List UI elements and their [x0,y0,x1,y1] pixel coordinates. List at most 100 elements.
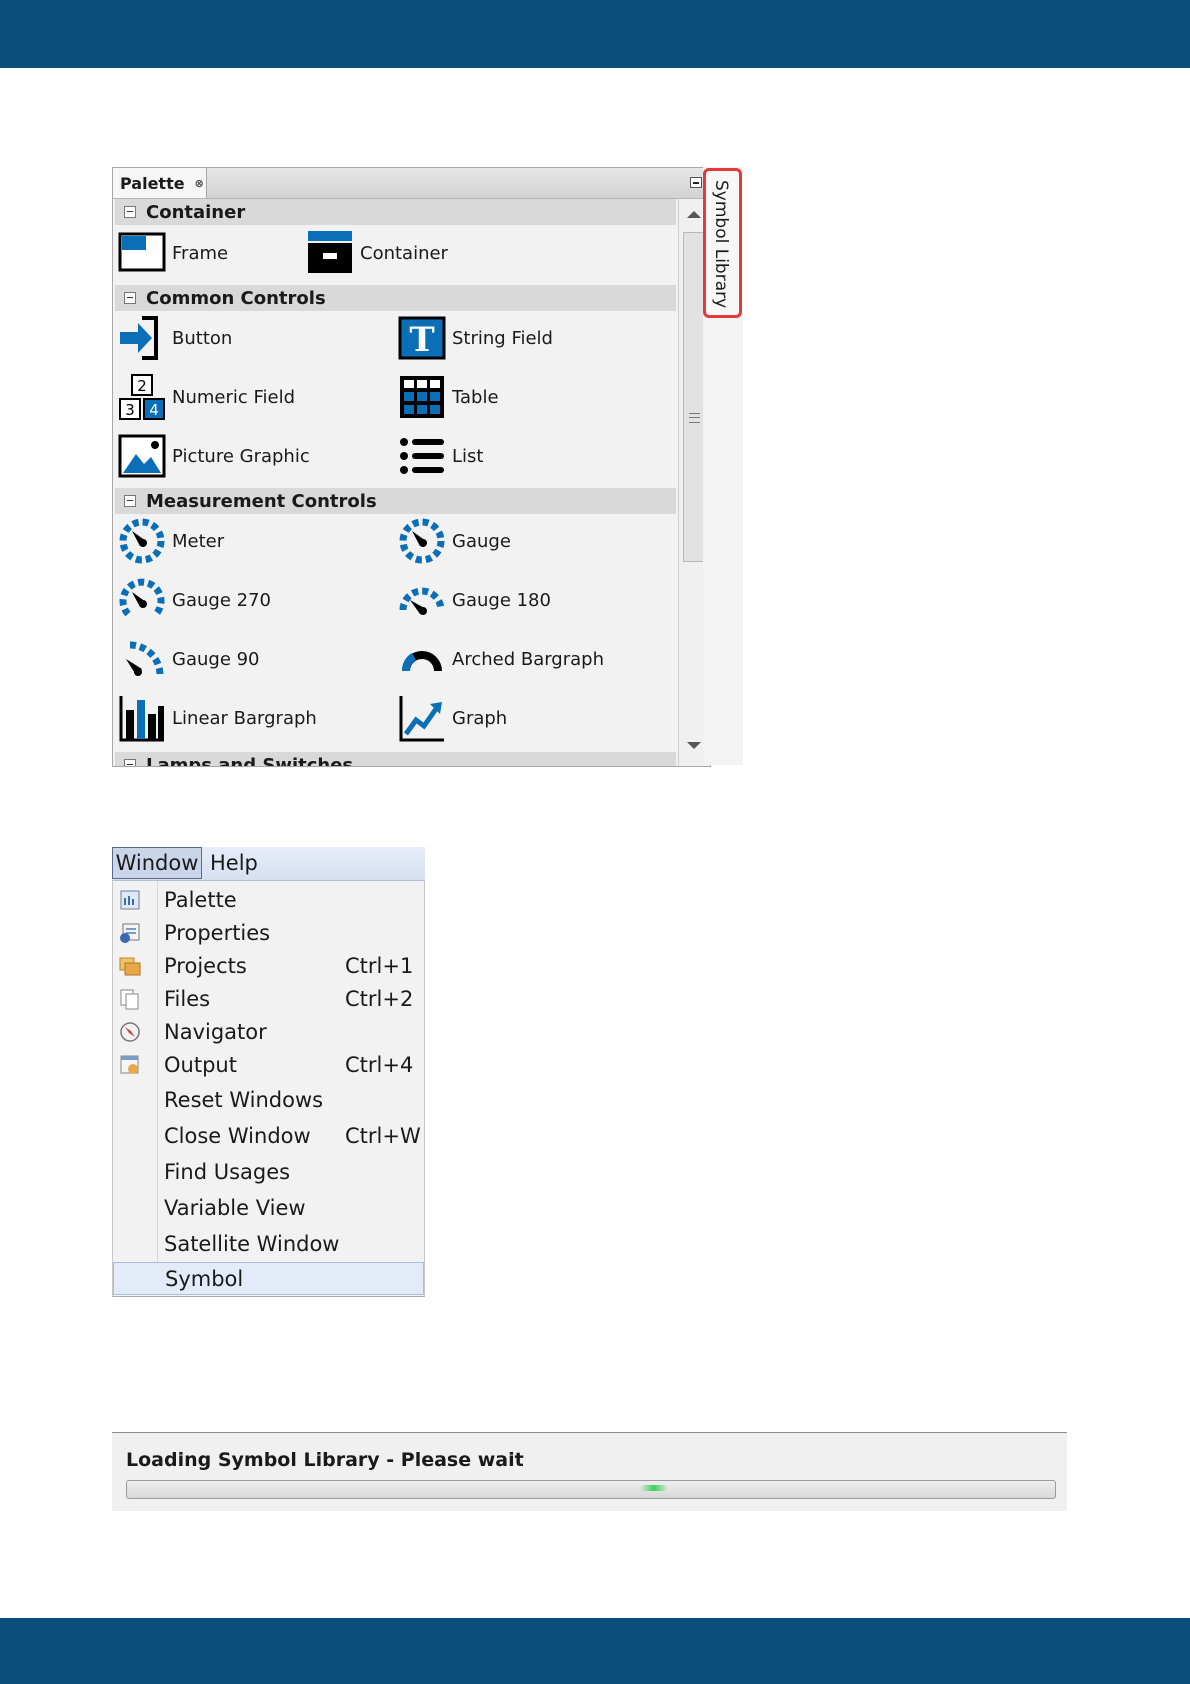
category-header-container[interactable]: Container [115,199,676,225]
close-icon[interactable]: ⊗ [195,177,204,190]
palette-item-linear-bargraph[interactable]: Linear Bargraph [118,694,317,742]
menu-item-label: Symbol [165,1266,244,1291]
palette-tab[interactable]: Palette ⊗ [113,168,207,198]
category-header-measurement-controls[interactable]: Measurement Controls [115,488,676,514]
palette-item-gauge-180[interactable]: Gauge 180 [398,576,551,624]
item-label: Gauge 270 [172,589,271,611]
category-label: Common Controls [146,287,326,309]
menu-item-shortcut: Ctrl+1 [345,953,414,978]
menu-item-symbol[interactable]: Symbol [113,1262,424,1295]
menu-item-label: Satellite Window [164,1231,340,1256]
collapse-icon[interactable] [124,292,136,304]
loading-progress-bar [126,1480,1056,1499]
category-header-common-controls[interactable]: Common Controls [115,285,676,311]
palette-icon [119,889,141,911]
category-label: Lamps and Switches [146,754,354,767]
palette-content: Container Frame Container Common Control… [113,199,678,766]
linear-bargraph-icon [118,694,166,742]
menu-item-label: Find Usages [164,1159,291,1184]
bottom-footer-band [0,1618,1190,1684]
menu-item-projects[interactable]: Projects Ctrl+1 [113,949,424,982]
numeric-field-icon: 234 [118,373,166,421]
palette-panel: Palette ⊗ Container Frame Container Comm… [112,167,711,767]
loading-title: Loading Symbol Library - Please wait [126,1449,524,1471]
menu-item-shortcut: Ctrl+4 [345,1052,414,1077]
item-label: Picture Graphic [172,445,310,467]
palette-item-arched-bargraph[interactable]: Arched Bargraph [398,635,604,683]
menu-item-variable-view[interactable]: Variable View [113,1191,424,1224]
palette-item-string-field[interactable]: T String Field [398,314,553,362]
menu-item-label: Close Window [164,1123,311,1148]
palette-item-gauge-90[interactable]: Gauge 90 [118,635,260,683]
palette-item-meter[interactable]: Meter [118,517,224,565]
gauge-90-icon [118,635,166,683]
palette-item-gauge[interactable]: Gauge [398,517,511,565]
category-label: Measurement Controls [146,490,377,512]
gauge-180-icon [398,576,446,624]
menu-item-label: Palette [164,887,237,912]
item-label: Graph [452,707,508,729]
palette-item-container[interactable]: Container [306,229,448,277]
string-field-icon: T [398,314,446,362]
progress-indicator [640,1485,668,1491]
meter-icon [118,517,166,565]
menu-item-satellite-window[interactable]: Satellite Window [113,1227,424,1260]
button-icon [118,314,166,362]
palette-item-gauge-270[interactable]: Gauge 270 [118,576,271,624]
graph-icon [398,694,446,742]
item-label: Table [452,386,499,408]
menu-item-palette[interactable]: Palette [113,883,424,916]
palette-item-button[interactable]: Button [118,314,232,362]
palette-tab-label: Palette [120,173,185,193]
svg-text:4: 4 [149,401,159,419]
palette-item-picture-graphic[interactable]: Picture Graphic [118,432,310,480]
grip-icon [689,413,700,423]
properties-icon [119,922,141,944]
item-label: Container [360,242,448,264]
projects-icon [119,955,141,977]
collapse-icon[interactable] [124,495,136,507]
collapse-icon[interactable] [124,759,136,766]
palette-tabbar: Palette ⊗ [113,168,710,199]
svg-text:T: T [409,320,434,360]
palette-item-numeric-field[interactable]: 234 Numeric Field [118,373,295,421]
menu-item-navigator[interactable]: Navigator [113,1015,424,1048]
gauge-270-icon [118,576,166,624]
item-label: Button [172,327,233,349]
menu-item-properties[interactable]: Properties [113,916,424,949]
menu-item-close-window[interactable]: Close Window Ctrl+W [113,1119,424,1152]
menu-item-label: Reset Windows [164,1087,324,1112]
palette-item-graph[interactable]: Graph [398,694,507,742]
menu-item-files[interactable]: Files Ctrl+2 [113,982,424,1015]
palette-item-table[interactable]: Table [398,373,499,421]
scrollbar-thumb[interactable] [683,232,705,562]
menubar-window[interactable]: Window [112,847,202,879]
frame-icon [118,229,166,277]
collapse-icon[interactable] [124,206,136,218]
arched-bargraph-icon [398,635,446,683]
item-label: Gauge 180 [452,589,551,611]
palette-item-frame[interactable]: Frame [118,229,228,277]
menu-item-label: Properties [164,920,271,945]
menu-item-label: Navigator [164,1019,267,1044]
menubar-help[interactable]: Help [210,847,258,879]
item-label: Numeric Field [172,386,296,408]
loading-panel: Loading Symbol Library - Please wait [112,1432,1067,1511]
output-icon [119,1054,141,1076]
menubar: Window Help [112,847,425,881]
menu-item-reset-windows[interactable]: Reset Windows [113,1083,424,1116]
menu-item-output[interactable]: Output Ctrl+4 [113,1048,424,1081]
window-menu: Palette Properties Projects Ctrl+1 Files… [112,881,425,1297]
minimize-icon[interactable] [690,177,702,188]
container-icon [306,229,354,277]
menu-item-find-usages[interactable]: Find Usages [113,1155,424,1188]
scroll-down-icon[interactable] [687,742,701,749]
scroll-up-icon[interactable] [687,211,701,218]
palette-item-list[interactable]: List [398,432,483,480]
item-label: List [452,445,484,467]
category-label: Container [146,201,246,223]
table-icon [398,373,446,421]
svg-text:3: 3 [125,401,135,419]
item-label: Arched Bargraph [452,648,604,670]
category-header-lamps-and-switches[interactable]: Lamps and Switches [115,752,676,767]
